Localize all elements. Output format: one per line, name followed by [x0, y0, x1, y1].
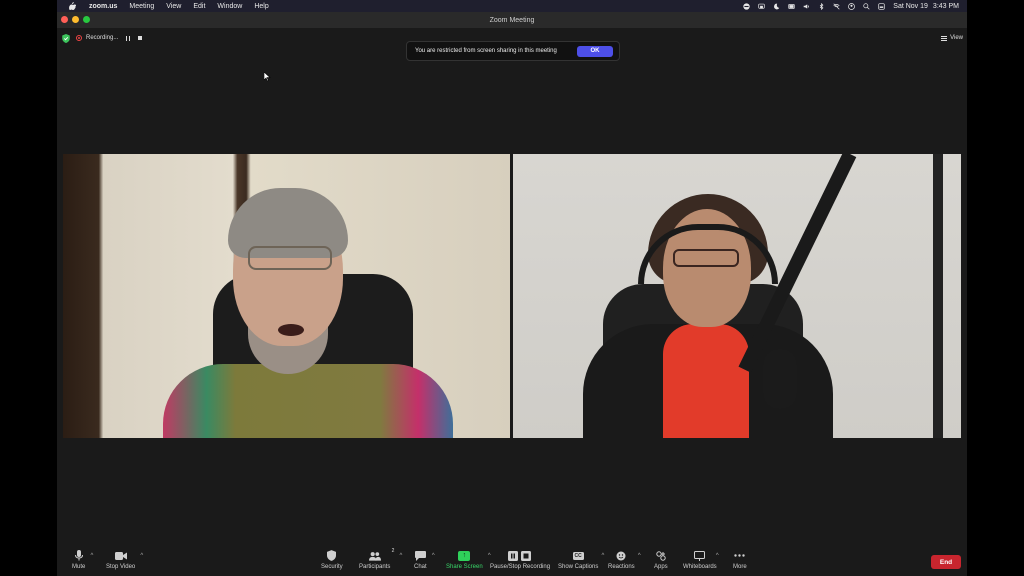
meeting-controls-toolbar: ^ Mute ^ Stop Video Security 2 ^ Partici… — [57, 548, 967, 576]
participant-1-glasses — [248, 246, 332, 270]
screen-share-restricted-banner: You are restricted from screen sharing i… — [406, 41, 620, 61]
mouse-pointer-icon — [264, 72, 271, 82]
screen-mirroring-icon[interactable] — [758, 3, 765, 10]
chat-label: Chat — [414, 564, 427, 570]
apps-button[interactable]: Apps — [654, 550, 668, 570]
apps-label: Apps — [654, 564, 668, 570]
reactions-label: Reactions — [608, 564, 635, 570]
wifi-off-icon[interactable] — [833, 2, 840, 10]
user-account-icon[interactable] — [848, 2, 856, 10]
whiteboards-label: Whiteboards — [683, 564, 717, 570]
pause-stop-recording-label: Pause/Stop Recording — [490, 564, 551, 570]
share-screen-icon: ↑ — [458, 550, 471, 561]
volume-icon[interactable] — [803, 3, 810, 10]
participant-1-body — [163, 364, 453, 438]
close-window-button[interactable] — [61, 16, 68, 23]
menu-app-zoom[interactable]: zoom.us — [89, 3, 117, 10]
show-captions-button[interactable]: CC ^ Show Captions — [558, 550, 604, 570]
more-label: More — [733, 564, 747, 570]
apple-menu-icon[interactable] — [67, 1, 77, 11]
menu-bar-clock[interactable]: Sat Nov 19 3:43 PM — [893, 3, 959, 10]
view-grid-icon — [941, 35, 948, 41]
window-title: Zoom Meeting — [489, 16, 535, 24]
ellipsis-icon — [734, 550, 746, 561]
chevron-up-icon[interactable]: ^ — [91, 553, 94, 559]
menu-view[interactable]: View — [166, 3, 181, 10]
share-screen-button[interactable]: ↑ ^ Share Screen — [446, 550, 491, 570]
menu-edit[interactable]: Edit — [193, 3, 205, 10]
chevron-up-icon[interactable]: ^ — [432, 553, 435, 559]
recording-controls — [126, 35, 143, 41]
participant-1-mouth — [278, 324, 304, 336]
security-button[interactable]: Security — [321, 550, 343, 570]
view-button[interactable]: View — [941, 35, 963, 41]
reactions-button[interactable]: ^ Reactions — [608, 550, 641, 570]
zoom-meeting-window: Zoom Meeting Recording... View You are r… — [57, 12, 967, 576]
battery-menu-icon[interactable] — [788, 3, 795, 10]
closed-captions-icon: CC — [572, 550, 584, 561]
captions-icon-text: CC — [572, 551, 584, 560]
whiteboards-button[interactable]: ^ Whiteboards — [683, 550, 719, 570]
recording-status-label: Recording... — [86, 35, 119, 41]
fullscreen-window-button[interactable] — [83, 16, 90, 23]
menu-window[interactable]: Window — [217, 3, 242, 10]
menu-meeting[interactable]: Meeting — [129, 3, 154, 10]
chevron-up-icon[interactable]: ^ — [602, 553, 605, 559]
end-meeting-button[interactable]: End — [931, 555, 961, 569]
menu-bar-time: 3:43 PM — [932, 2, 959, 10]
chevron-up-icon[interactable]: ^ — [400, 553, 403, 559]
show-captions-label: Show Captions — [558, 564, 599, 570]
encryption-shield-icon[interactable] — [62, 33, 70, 43]
recording-indicator-icon — [76, 35, 82, 41]
smiley-icon — [615, 550, 627, 561]
video-camera-icon — [114, 550, 127, 561]
pause-stop-recording-icon — [507, 550, 533, 561]
menu-help[interactable]: Help — [254, 3, 268, 10]
do-not-disturb-icon[interactable] — [743, 2, 750, 10]
security-label: Security — [321, 564, 343, 570]
menu-bar-date: Sat Nov 19 — [893, 2, 928, 10]
participants-label: Participants — [359, 564, 391, 570]
minimize-window-button[interactable] — [72, 16, 79, 23]
macos-menu-bar: zoom.us Meeting View Edit Window Help Sa… — [57, 0, 967, 12]
participant-video-tile-1[interactable] — [63, 154, 510, 438]
stop-video-button[interactable]: ^ Stop Video — [106, 550, 143, 570]
participants-button[interactable]: 2 ^ Participants — [359, 548, 402, 570]
participant-video-tile-2[interactable] — [513, 154, 961, 438]
whiteboard-icon — [694, 550, 706, 561]
more-button[interactable]: More — [733, 550, 747, 570]
banner-message: You are restricted from screen sharing i… — [415, 48, 557, 54]
participants-count-badge: 2 — [391, 548, 395, 554]
banner-ok-button[interactable]: OK — [577, 45, 613, 57]
participant-2-shirt — [663, 324, 749, 438]
mute-button[interactable]: ^ Mute — [72, 550, 93, 570]
chevron-up-icon[interactable]: ^ — [716, 553, 719, 559]
control-center-icon[interactable] — [878, 2, 885, 10]
stop-recording-icon[interactable] — [138, 36, 143, 40]
participant-2-glasses — [673, 249, 739, 267]
view-button-label: View — [950, 35, 963, 41]
menu-bar-status-area: Sat Nov 19 3:43 PM — [743, 2, 959, 10]
chat-bubble-icon — [414, 550, 426, 561]
window-controls — [61, 16, 90, 23]
apps-icon — [655, 550, 667, 561]
microphone-stand — [933, 154, 943, 438]
microphone-icon — [73, 550, 85, 561]
pause-stop-recording-button[interactable]: Pause/Stop Recording — [490, 550, 550, 570]
spotlight-search-icon[interactable] — [863, 2, 870, 10]
moon-icon[interactable] — [773, 3, 780, 10]
window-title-bar: Zoom Meeting — [57, 12, 967, 28]
mute-label: Mute — [72, 564, 86, 570]
security-shield-icon — [326, 550, 338, 561]
bluetooth-icon[interactable] — [818, 2, 825, 10]
chevron-up-icon[interactable]: ^ — [140, 553, 143, 559]
pause-recording-icon[interactable] — [126, 35, 131, 41]
share-screen-label: Share Screen — [446, 564, 483, 570]
stop-video-label: Stop Video — [106, 564, 136, 570]
chevron-up-icon[interactable]: ^ — [638, 553, 641, 559]
microphone — [763, 349, 797, 409]
participants-icon — [368, 550, 381, 561]
chat-button[interactable]: ^ Chat — [414, 550, 435, 570]
